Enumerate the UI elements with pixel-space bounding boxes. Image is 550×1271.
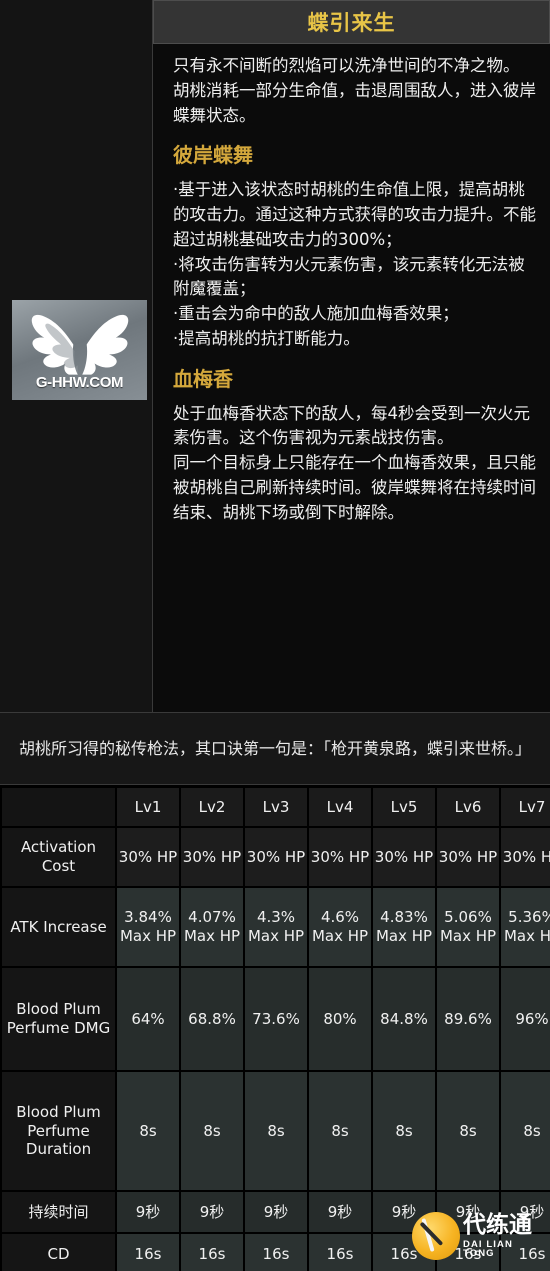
cell-atk-increase-lv6: 5.06% Max HP — [437, 888, 499, 966]
cell-bpp-duration-lv3: 8s — [245, 1072, 307, 1190]
cell-activation-cost-lv2: 30% HP — [181, 828, 243, 886]
section-heading-1: 彼岸蝶舞 — [173, 143, 253, 168]
cell-duration-cn-lv2: 9秒 — [181, 1192, 243, 1232]
skill-flavor-quote: 胡桃所习得的秘传枪法，其口诀第一句是：「枪开黄泉路，蝶引来世桥。」 — [0, 712, 550, 785]
table-row: Blood Plum Perfume Duration 8s 8s 8s 8s … — [2, 1072, 550, 1190]
row-label-blood-plum-perfume-dmg: Blood Plum Perfume DMG — [2, 968, 115, 1070]
row-label-cd: CD — [2, 1234, 115, 1271]
table-header-row: Lv1 Lv2 Lv3 Lv4 Lv5 Lv6 Lv7 — [2, 788, 550, 826]
cell-bpp-duration-lv4: 8s — [309, 1072, 371, 1190]
cell-duration-cn-lv1: 9秒 — [117, 1192, 179, 1232]
cell-cd-lv4: 16s — [309, 1234, 371, 1271]
skill-overview-region: G-HHW.COM 蝶引来生 只有永不间断的烈焰可以洗净世间的不净之物。 胡桃消… — [0, 0, 550, 712]
cell-activation-cost-lv1: 30% HP — [117, 828, 179, 886]
header-lv2: Lv2 — [181, 788, 243, 826]
table-row: ATK Increase 3.84% Max HP 4.07% Max HP 4… — [2, 888, 550, 966]
header-blank — [2, 788, 115, 826]
cell-cd-lv1: 16s — [117, 1234, 179, 1271]
cell-bpp-dmg-lv7: 96% — [501, 968, 550, 1070]
section-2-line-1: 处于血梅香状态下的敌人，每4秒会受到一次火元素伤害。这个伤害视为元素战技伤害。 — [173, 403, 530, 448]
butterfly-logo-icon — [24, 312, 136, 378]
header-lv6: Lv6 — [437, 788, 499, 826]
skill-icon-column: G-HHW.COM — [0, 0, 153, 712]
cell-atk-increase-lv1: 3.84% Max HP — [117, 888, 179, 966]
intro-line-1: 只有永不间断的烈焰可以洗净世间的不净之物。 — [173, 56, 520, 75]
cell-activation-cost-lv5: 30% HP — [373, 828, 435, 886]
section-heading-2: 血梅香 — [173, 366, 233, 391]
cell-bpp-duration-lv1: 8s — [117, 1072, 179, 1190]
header-lv7: Lv7 — [501, 788, 550, 826]
cell-cd-lv7: 16s — [501, 1234, 550, 1271]
skill-thumbnail: G-HHW.COM — [12, 300, 147, 400]
section-1-line-4: ·提高胡桃的抗打断能力。 — [173, 328, 360, 348]
cell-atk-increase-lv2: 4.07% Max HP — [181, 888, 243, 966]
cell-atk-increase-lv5: 4.83% Max HP — [373, 888, 435, 966]
skill-text-column: 蝶引来生 只有永不间断的烈焰可以洗净世间的不净之物。 胡桃消耗一部分生命值，击退… — [153, 0, 550, 712]
header-lv5: Lv5 — [373, 788, 435, 826]
header-lv1: Lv1 — [117, 788, 179, 826]
cell-bpp-duration-lv6: 8s — [437, 1072, 499, 1190]
cell-cd-lv2: 16s — [181, 1234, 243, 1271]
cell-cd-lv6: 16s — [437, 1234, 499, 1271]
intro-line-2: 胡桃消耗一部分生命值，击退周围敌人，进入彼岸蝶舞状态。 — [173, 80, 536, 125]
header-lv4: Lv4 — [309, 788, 371, 826]
section-2-line-2: 同一个目标身上只能存在一个血梅香效果，且只能被胡桃自己刷新持续时间。彼岸蝶舞将在… — [173, 453, 536, 522]
table-row: CD 16s 16s 16s 16s 16s 16s 16s — [2, 1234, 550, 1271]
cell-cd-lv3: 16s — [245, 1234, 307, 1271]
cell-bpp-duration-lv7: 8s — [501, 1072, 550, 1190]
cell-atk-increase-lv4: 4.6% Max HP — [309, 888, 371, 966]
cell-bpp-dmg-lv4: 80% — [309, 968, 371, 1070]
section-1-line-3: ·重击会为命中的敌人施加血梅香效果； — [173, 304, 459, 323]
row-label-duration-cn: 持续时间 — [2, 1192, 115, 1232]
cell-atk-increase-lv3: 4.3% Max HP — [245, 888, 307, 966]
cell-bpp-dmg-lv2: 68.8% — [181, 968, 243, 1070]
row-label-activation-cost: Activation Cost — [2, 828, 115, 886]
cell-bpp-dmg-lv1: 64% — [117, 968, 179, 1070]
row-label-atk-increase: ATK Increase — [2, 888, 115, 966]
cell-activation-cost-lv7: 30% HP — [501, 828, 550, 886]
cell-activation-cost-lv6: 30% HP — [437, 828, 499, 886]
skill-detail-panel: G-HHW.COM 蝶引来生 只有永不间断的烈焰可以洗净世间的不净之物。 胡桃消… — [0, 0, 550, 1271]
section-1-line-2: ·将攻击伤害转为火元素伤害，该元素转化无法被附魔覆盖； — [173, 254, 525, 299]
skill-description: 只有永不间断的烈焰可以洗净世间的不净之物。 胡桃消耗一部分生命值，击退周围敌人，… — [153, 44, 550, 533]
cell-bpp-dmg-lv5: 84.8% — [373, 968, 435, 1070]
cell-duration-cn-lv3: 9秒 — [245, 1192, 307, 1232]
thumbnail-watermark-text: G-HHW.COM — [35, 373, 124, 391]
skill-title: 蝶引来生 — [307, 11, 396, 35]
table-row: 持续时间 9秒 9秒 9秒 9秒 9秒 9秒 9秒 — [2, 1192, 550, 1232]
skill-stats-table: Lv1 Lv2 Lv3 Lv4 Lv5 Lv6 Lv7 Activation C… — [0, 786, 550, 1271]
skill-title-bar: 蝶引来生 — [153, 0, 550, 44]
section-1-line-1: ·基于进入该状态时胡桃的生命值上限，提高胡桃的攻击力。通过这种方式获得的攻击力提… — [173, 180, 536, 249]
cell-activation-cost-lv3: 30% HP — [245, 828, 307, 886]
cell-activation-cost-lv4: 30% HP — [309, 828, 371, 886]
cell-duration-cn-lv5: 9秒 — [373, 1192, 435, 1232]
cell-bpp-duration-lv5: 8s — [373, 1072, 435, 1190]
cell-bpp-duration-lv2: 8s — [181, 1072, 243, 1190]
cell-atk-increase-lv7: 5.36% Max HP — [501, 888, 550, 966]
cell-duration-cn-lv6: 9秒 — [437, 1192, 499, 1232]
row-label-blood-plum-perfume-duration: Blood Plum Perfume Duration — [2, 1072, 115, 1190]
cell-cd-lv5: 16s — [373, 1234, 435, 1271]
cell-bpp-dmg-lv3: 73.6% — [245, 968, 307, 1070]
table-row: Activation Cost 30% HP 30% HP 30% HP 30%… — [2, 828, 550, 886]
table-row: Blood Plum Perfume DMG 64% 68.8% 73.6% 8… — [2, 968, 550, 1070]
cell-bpp-dmg-lv6: 89.6% — [437, 968, 499, 1070]
cell-duration-cn-lv7: 9秒 — [501, 1192, 550, 1232]
cell-duration-cn-lv4: 9秒 — [309, 1192, 371, 1232]
header-lv3: Lv3 — [245, 788, 307, 826]
